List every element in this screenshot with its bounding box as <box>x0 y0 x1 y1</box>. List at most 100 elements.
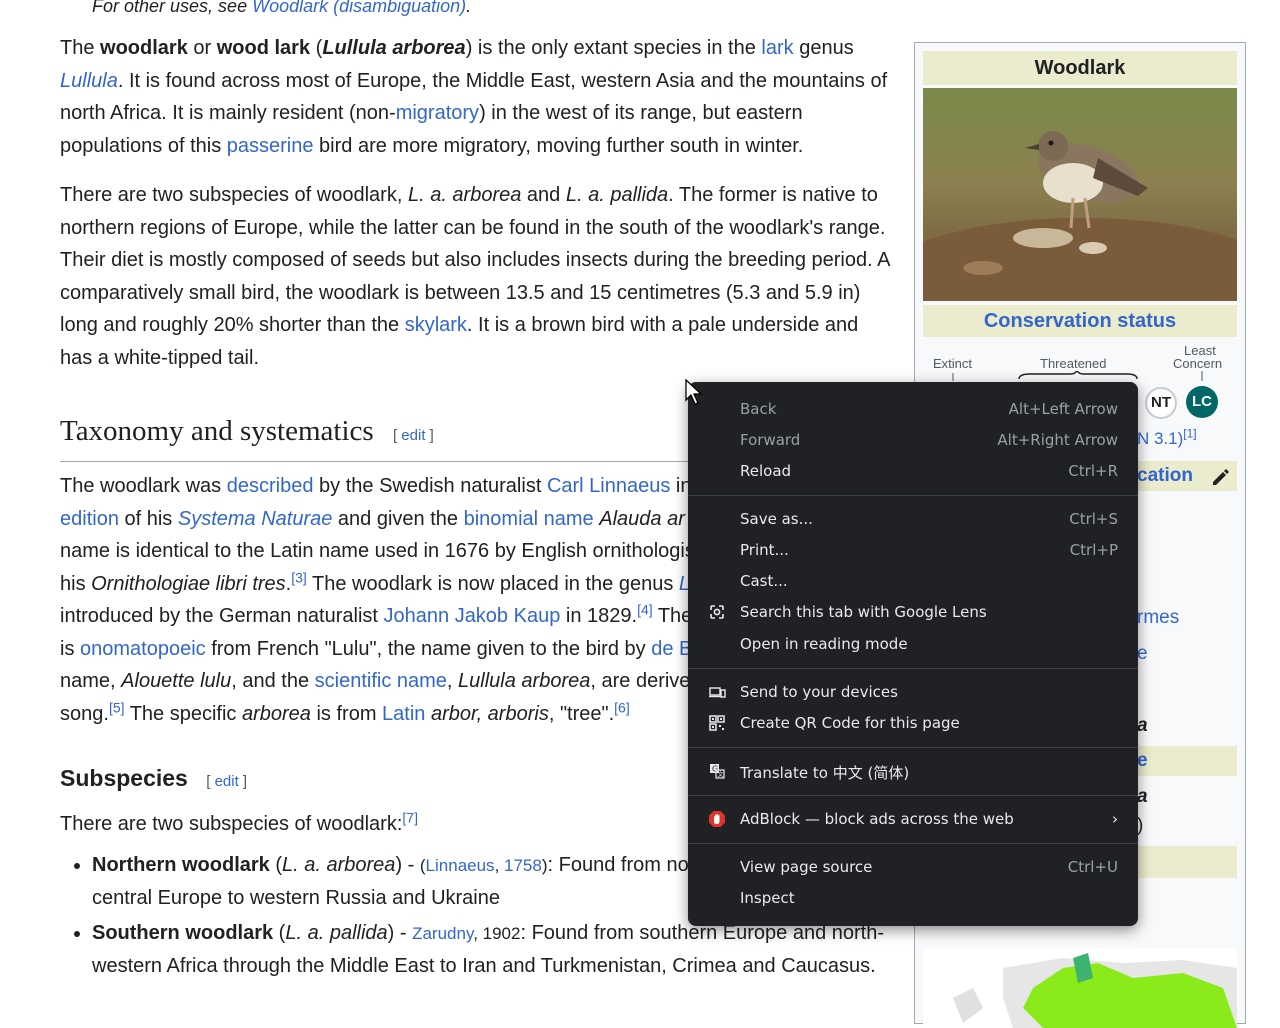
text-run: ) is the only extant species in the <box>465 37 762 59</box>
infobox-link-fragment[interactable]: e <box>1137 750 1148 772</box>
subspecies-item: Southern woodlark (L. a. pallida) - Zaru… <box>92 917 895 983</box>
text-run: The <box>60 37 101 59</box>
article-link[interactable]: binomial name <box>464 508 594 530</box>
text-run: arborea <box>241 702 311 725</box>
article-link[interactable]: described <box>227 475 314 497</box>
article-link[interactable]: Lullula <box>60 70 118 92</box>
text-run: arbor, arboris <box>430 702 549 725</box>
reference-link[interactable]: [3] <box>291 569 307 585</box>
svg-text:文: 文 <box>718 771 724 779</box>
ref-7[interactable]: [7] <box>402 809 418 825</box>
text-run: , "tree". <box>548 702 615 725</box>
hatnote: For other uses, see Woodlark (disambigua… <box>92 0 471 17</box>
menu-separator <box>688 747 1138 748</box>
text-run: , and the <box>231 670 315 692</box>
menu-item-qr-code[interactable]: Create QR Code for this page <box>688 708 1138 739</box>
menu-separator <box>688 843 1138 844</box>
infobox-text-fragment: a <box>1137 715 1148 736</box>
text-run: his <box>60 572 92 595</box>
conservation-status-heading[interactable]: Conservation status <box>923 305 1237 337</box>
menu-item-google-lens[interactable]: Search this tab with Google Lens <box>688 597 1138 628</box>
pencil-icon[interactable] <box>1210 467 1230 487</box>
text-run: and <box>521 184 566 206</box>
article-link[interactable]: onomatopoeic <box>80 638 206 660</box>
text-run: Ornithologiae libri tres <box>91 572 286 595</box>
reference-link[interactable]: [6] <box>614 699 630 715</box>
text-run: Lullula arborea <box>458 670 591 692</box>
author-link[interactable]: Linnaeus <box>426 856 495 875</box>
text-run: is from <box>310 702 383 725</box>
infobox-link-fragment[interactable]: e <box>1137 643 1148 665</box>
text-run: is <box>60 637 80 660</box>
menu-item-translate[interactable]: G 文 Translate to 中文 (简体) <box>688 756 1138 787</box>
chevron-right-icon: › <box>1112 810 1118 828</box>
taxonomy-paragraph: The woodlark was described by the Swedis… <box>60 470 700 730</box>
text-run: wood lark <box>216 37 311 59</box>
context-menu: Back Alt+Left Arrow Forward Alt+Right Arro… <box>688 382 1138 926</box>
author-link[interactable]: Zarudny <box>412 924 473 943</box>
article-link[interactable]: Systema Naturae <box>178 508 333 530</box>
reference: [4] <box>637 601 653 617</box>
text-run: from French "Lulu", the name given to th… <box>205 637 652 660</box>
reference: [3] <box>291 569 307 585</box>
menu-item-save-as[interactable]: Save as... Ctrl+S <box>688 504 1138 535</box>
menu-item-send-to-devices[interactable]: Send to your devices <box>688 677 1138 708</box>
article-link[interactable]: passerine <box>227 135 314 157</box>
iucn-version[interactable]: N 3.1)[1] <box>1137 427 1197 449</box>
menu-item-inspect[interactable]: Inspect <box>688 883 1138 914</box>
menu-item-reading-mode[interactable]: Open in reading mode <box>688 629 1138 660</box>
woodlark-photo[interactable] <box>923 88 1237 301</box>
text-run: Lullula arborea <box>322 37 466 59</box>
text-run: The woodlark is now placed in the genus <box>306 572 679 595</box>
lc-badge[interactable]: LC <box>1186 386 1218 418</box>
taxonomy-edit: [ edit ] <box>392 427 434 444</box>
classification-heading[interactable]: cation <box>1137 465 1193 487</box>
hatnote-suffix: . <box>466 0 472 16</box>
text-run: There are two subspecies of woodlark, <box>60 184 408 206</box>
menu-item-cast[interactable]: Cast... <box>688 566 1138 597</box>
taxonomy-edit-link[interactable]: edit <box>401 427 425 444</box>
article-link[interactable]: scientific name <box>315 670 447 692</box>
intro-paragraph-1: The woodlark or wood lark (Lullula arbor… <box>60 32 895 162</box>
menu-item-view-source[interactable]: View page source Ctrl+U <box>688 852 1138 883</box>
text-run: The specific <box>124 702 242 725</box>
article-link[interactable]: migratory <box>396 102 479 124</box>
disambiguation-link[interactable]: Woodlark (disambiguation) <box>252 0 466 16</box>
text-run: of his <box>118 507 178 530</box>
menu-item-back[interactable]: Back Alt+Left Arrow <box>688 394 1138 425</box>
menu-item-adblock[interactable]: AdBlock — block ads across the web › <box>688 804 1138 835</box>
subspecies-edit-link[interactable]: edit <box>215 773 239 790</box>
reference-link[interactable]: [4] <box>637 601 653 617</box>
year-link[interactable]: 1758 <box>504 856 542 875</box>
menu-item-forward[interactable]: Forward Alt+Right Arrow <box>688 425 1138 456</box>
menu-separator <box>688 668 1138 669</box>
scale-threatened: Threatened <box>1040 356 1107 371</box>
reference-link[interactable]: [5] <box>109 699 125 715</box>
article-link[interactable]: lark <box>761 37 793 59</box>
menu-separator <box>688 495 1138 496</box>
article-link[interactable]: Johann Jakob Kaup <box>384 605 561 627</box>
qr-icon <box>709 715 725 731</box>
text-run: The woodlark was <box>60 475 227 497</box>
text-run: song. <box>60 702 109 725</box>
menu-item-print[interactable]: Print... Ctrl+P <box>688 535 1138 566</box>
intro-paragraph-2: There are two subspecies of woodlark, L.… <box>60 179 895 374</box>
article-link[interactable]: Carl Linnaeus <box>547 475 670 497</box>
infobox-link-fragment[interactable]: rmes <box>1137 607 1179 629</box>
translate-icon: G 文 <box>710 764 725 779</box>
text-run: Alauda ar <box>599 507 685 530</box>
text-run: or <box>187 37 217 59</box>
infobox-title: Woodlark <box>923 51 1237 85</box>
range-map[interactable] <box>923 948 1237 1028</box>
article-link[interactable]: edition <box>60 508 119 530</box>
nt-badge[interactable]: NT <box>1145 387 1177 419</box>
article-link[interactable]: skylark <box>405 314 467 336</box>
article-link[interactable]: de B <box>651 638 692 660</box>
text-run: , <box>446 670 459 692</box>
text-run: and given the <box>332 507 464 530</box>
article-link[interactable]: Latin <box>382 703 425 725</box>
text-run: The <box>652 605 693 627</box>
infobox-text-fragment: a <box>1137 786 1148 807</box>
scale-least-2: Concern <box>1173 356 1223 371</box>
menu-item-reload[interactable]: Reload Ctrl+R <box>688 456 1138 487</box>
